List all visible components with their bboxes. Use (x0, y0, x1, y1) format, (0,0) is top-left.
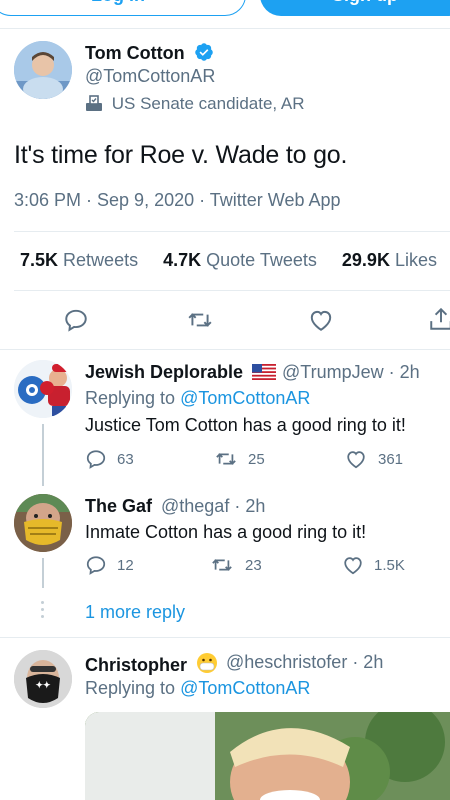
replying-to-link[interactable]: @TomCottonAR (180, 678, 310, 698)
replying-to: Replying to @TomCottonAR (85, 388, 310, 409)
author-name[interactable]: Tom Cotton (85, 42, 214, 67)
avatar[interactable] (14, 494, 72, 552)
reply-handle-time: @TrumpJew · 2h (282, 362, 420, 382)
ballot-box-icon (85, 94, 103, 117)
more-replies-link[interactable]: 1 more reply (85, 602, 185, 623)
reply-handle-time: @thegaf · 2h (161, 496, 266, 516)
retweet-icon[interactable] (210, 554, 234, 581)
retweet-count: 23 (245, 557, 262, 574)
reply-author-name[interactable]: Jewish Deplorable (85, 362, 277, 385)
us-flag-icon (252, 364, 277, 385)
reply-author-name-text: Christopher (85, 655, 188, 675)
tweet-stats: 7.5K Retweets 4.7K Quote Tweets 29.9K Li… (20, 250, 437, 271)
like-count: 1.5K (374, 557, 405, 574)
author-handle[interactable]: @TomCottonAR (85, 66, 215, 87)
reply-icon[interactable] (85, 448, 107, 475)
svg-text:✦✦: ✦✦ (35, 680, 51, 690)
like-icon[interactable] (341, 554, 365, 581)
divider (0, 349, 450, 350)
avatar[interactable]: ✦✦ (14, 650, 72, 708)
retweets-stat[interactable]: 7.5K Retweets (20, 250, 138, 270)
like-count: 361 (378, 451, 404, 468)
author-name-text: Tom Cotton (85, 43, 185, 63)
header-divider (0, 28, 450, 29)
retweet-icon[interactable] (214, 448, 238, 475)
replying-to-prefix: Replying to (85, 388, 176, 408)
reply-text: Inmate Cotton has a good ring to it! (85, 522, 367, 542)
reply-text: Justice Tom Cotton has a good ring to it… (85, 415, 406, 435)
reply-author-name-text: Jewish Deplorable (85, 362, 244, 382)
signup-button[interactable]: Sign up (260, 0, 450, 16)
login-button[interactable]: Log in (0, 0, 246, 16)
auth-buttons: Log in Sign up (0, 0, 450, 16)
share-icon[interactable] (428, 305, 450, 338)
retweet-count: 25 (248, 451, 265, 468)
thread-dots (41, 601, 45, 618)
candidate-label: US Senate candidate, AR (85, 94, 305, 117)
divider (14, 231, 450, 232)
divider (0, 637, 450, 638)
tweet-meta: 3:06 PM · Sep 9, 2020 · Twitter Web App (14, 190, 341, 210)
reply-icon[interactable] (63, 307, 89, 338)
candidate-label-text: US Senate candidate, AR (111, 94, 305, 113)
reply-icon[interactable] (85, 554, 107, 581)
reply-author-name[interactable]: Christopher (85, 652, 218, 679)
avatar[interactable] (14, 360, 72, 418)
like-icon[interactable] (308, 307, 334, 338)
divider (14, 290, 450, 291)
like-icon[interactable] (344, 448, 368, 475)
retweet-icon[interactable] (186, 307, 214, 338)
quote-tweets-stat[interactable]: 4.7K Quote Tweets (163, 250, 317, 270)
likes-stat[interactable]: 29.9K Likes (342, 250, 437, 270)
verified-badge-icon (194, 42, 214, 67)
thread-line (42, 424, 44, 486)
reply-count: 12 (117, 557, 134, 574)
replying-to-prefix: Replying to (85, 678, 176, 698)
reply-author-name[interactable]: The Gaf (85, 496, 152, 517)
thread-line (42, 558, 44, 588)
media-image[interactable] (85, 712, 450, 800)
replying-to: Replying to @TomCottonAR (85, 678, 310, 699)
reply-handle-time: @heschristofer · 2h (226, 652, 384, 672)
replying-to-link[interactable]: @TomCottonAR (180, 388, 310, 408)
avatar[interactable] (14, 41, 72, 99)
reply-count: 63 (117, 451, 134, 468)
mask-face-icon (196, 652, 218, 679)
tweet-text: It's time for Roe v. Wade to go. (14, 141, 348, 169)
